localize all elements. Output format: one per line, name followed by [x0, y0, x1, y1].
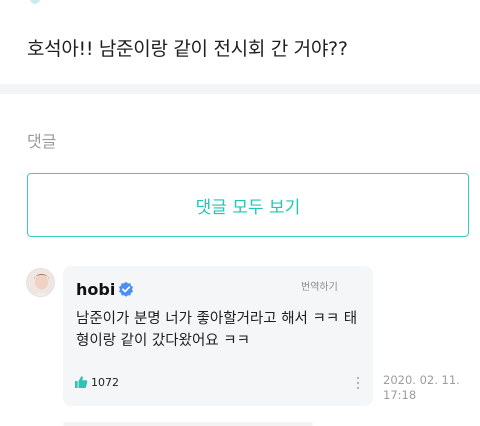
section-divider — [0, 84, 480, 94]
comment-body: 남준이가 분명 너가 좋아할거라고 해서 ㅋㅋ 태형이랑 같이 갔다왔어요 ㅋㅋ — [76, 311, 358, 349]
comments-section-label: 댓글 — [27, 132, 57, 151]
like-count: 1072 — [91, 375, 119, 389]
translate-link[interactable]: 번역하기 — [301, 278, 338, 293]
profile-icon-partial — [30, 0, 40, 4]
comment-time: 17:18 — [383, 388, 417, 402]
comment-timestamp: 2020. 02. 11. 17:18 — [383, 373, 460, 403]
thumbs-up-icon — [75, 376, 88, 388]
view-all-comments-button[interactable]: 댓글 모두 보기 — [27, 173, 469, 237]
next-comment-partial — [63, 422, 313, 426]
verified-badge-icon — [119, 281, 133, 297]
avatar[interactable] — [26, 268, 55, 297]
comment-author[interactable]: hobi — [76, 280, 115, 299]
comment-date: 2020. 02. 11. — [383, 373, 460, 387]
more-vertical-icon[interactable] — [356, 376, 360, 390]
like-button[interactable]: 1072 — [74, 375, 119, 389]
comment-bubble: hobi 번역하기 남준이가 분명 너가 좋아할거라고 해서 ㅋㅋ 태형이랑 같… — [63, 266, 373, 406]
post-text: 호석아!! 남준이랑 같이 전시회 간 거야?? — [27, 38, 348, 60]
avatar-image — [27, 269, 54, 296]
